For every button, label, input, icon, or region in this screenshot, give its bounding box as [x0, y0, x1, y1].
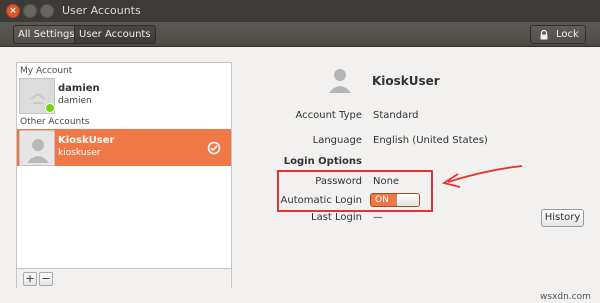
user-list: My Account damien damien Other Accounts …	[16, 62, 232, 289]
add-user-button[interactable]: +	[23, 272, 37, 286]
login-options-heading: Login Options	[283, 156, 362, 167]
account-type-label: Account Type	[295, 110, 362, 121]
account-type-value[interactable]: Standard	[373, 110, 419, 121]
user-list-toolbar: + −	[17, 268, 231, 289]
user-name: KioskUser	[58, 135, 115, 146]
minimize-window-button[interactable]	[23, 4, 37, 18]
account-name[interactable]: KioskUser	[372, 74, 440, 88]
automatic-login-icon	[207, 141, 221, 155]
close-window-button[interactable]: ×	[6, 4, 20, 18]
my-account-heading: My Account	[20, 66, 73, 76]
user-name: damien	[58, 83, 100, 94]
remove-user-button[interactable]: −	[39, 272, 53, 286]
last-login-value: —	[373, 212, 383, 223]
language-label: Language	[312, 135, 362, 146]
last-login-label: Last Login	[311, 212, 362, 223]
toolbar: All Settings User Accounts Lock	[0, 22, 600, 47]
title-bar: × User Accounts	[0, 0, 600, 22]
annotation-highlight-box	[277, 170, 433, 212]
language-value[interactable]: English (United States)	[373, 135, 488, 146]
user-login: damien	[58, 96, 92, 106]
avatar	[19, 130, 55, 166]
history-button[interactable]: History	[541, 209, 584, 227]
online-status-icon	[45, 103, 55, 113]
window-title: User Accounts	[62, 4, 141, 17]
user-row-damien[interactable]: damien damien	[17, 77, 231, 114]
user-login: kioskuser	[58, 148, 101, 158]
annotation-arrow-icon	[441, 165, 523, 188]
other-accounts-heading: Other Accounts	[20, 117, 90, 127]
maximize-window-button[interactable]	[40, 4, 54, 18]
lock-button[interactable]: Lock	[530, 25, 586, 44]
all-settings-button[interactable]: All Settings	[13, 25, 80, 44]
user-accounts-breadcrumb[interactable]: User Accounts	[74, 25, 156, 44]
account-avatar-icon[interactable]	[326, 66, 354, 94]
lock-label: Lock	[556, 29, 579, 40]
user-silhouette-icon	[20, 131, 54, 165]
user-row-kioskuser[interactable]: KioskUser kioskuser	[17, 129, 231, 166]
watermark: wsxdn.com	[540, 292, 591, 302]
lock-icon	[540, 30, 548, 40]
